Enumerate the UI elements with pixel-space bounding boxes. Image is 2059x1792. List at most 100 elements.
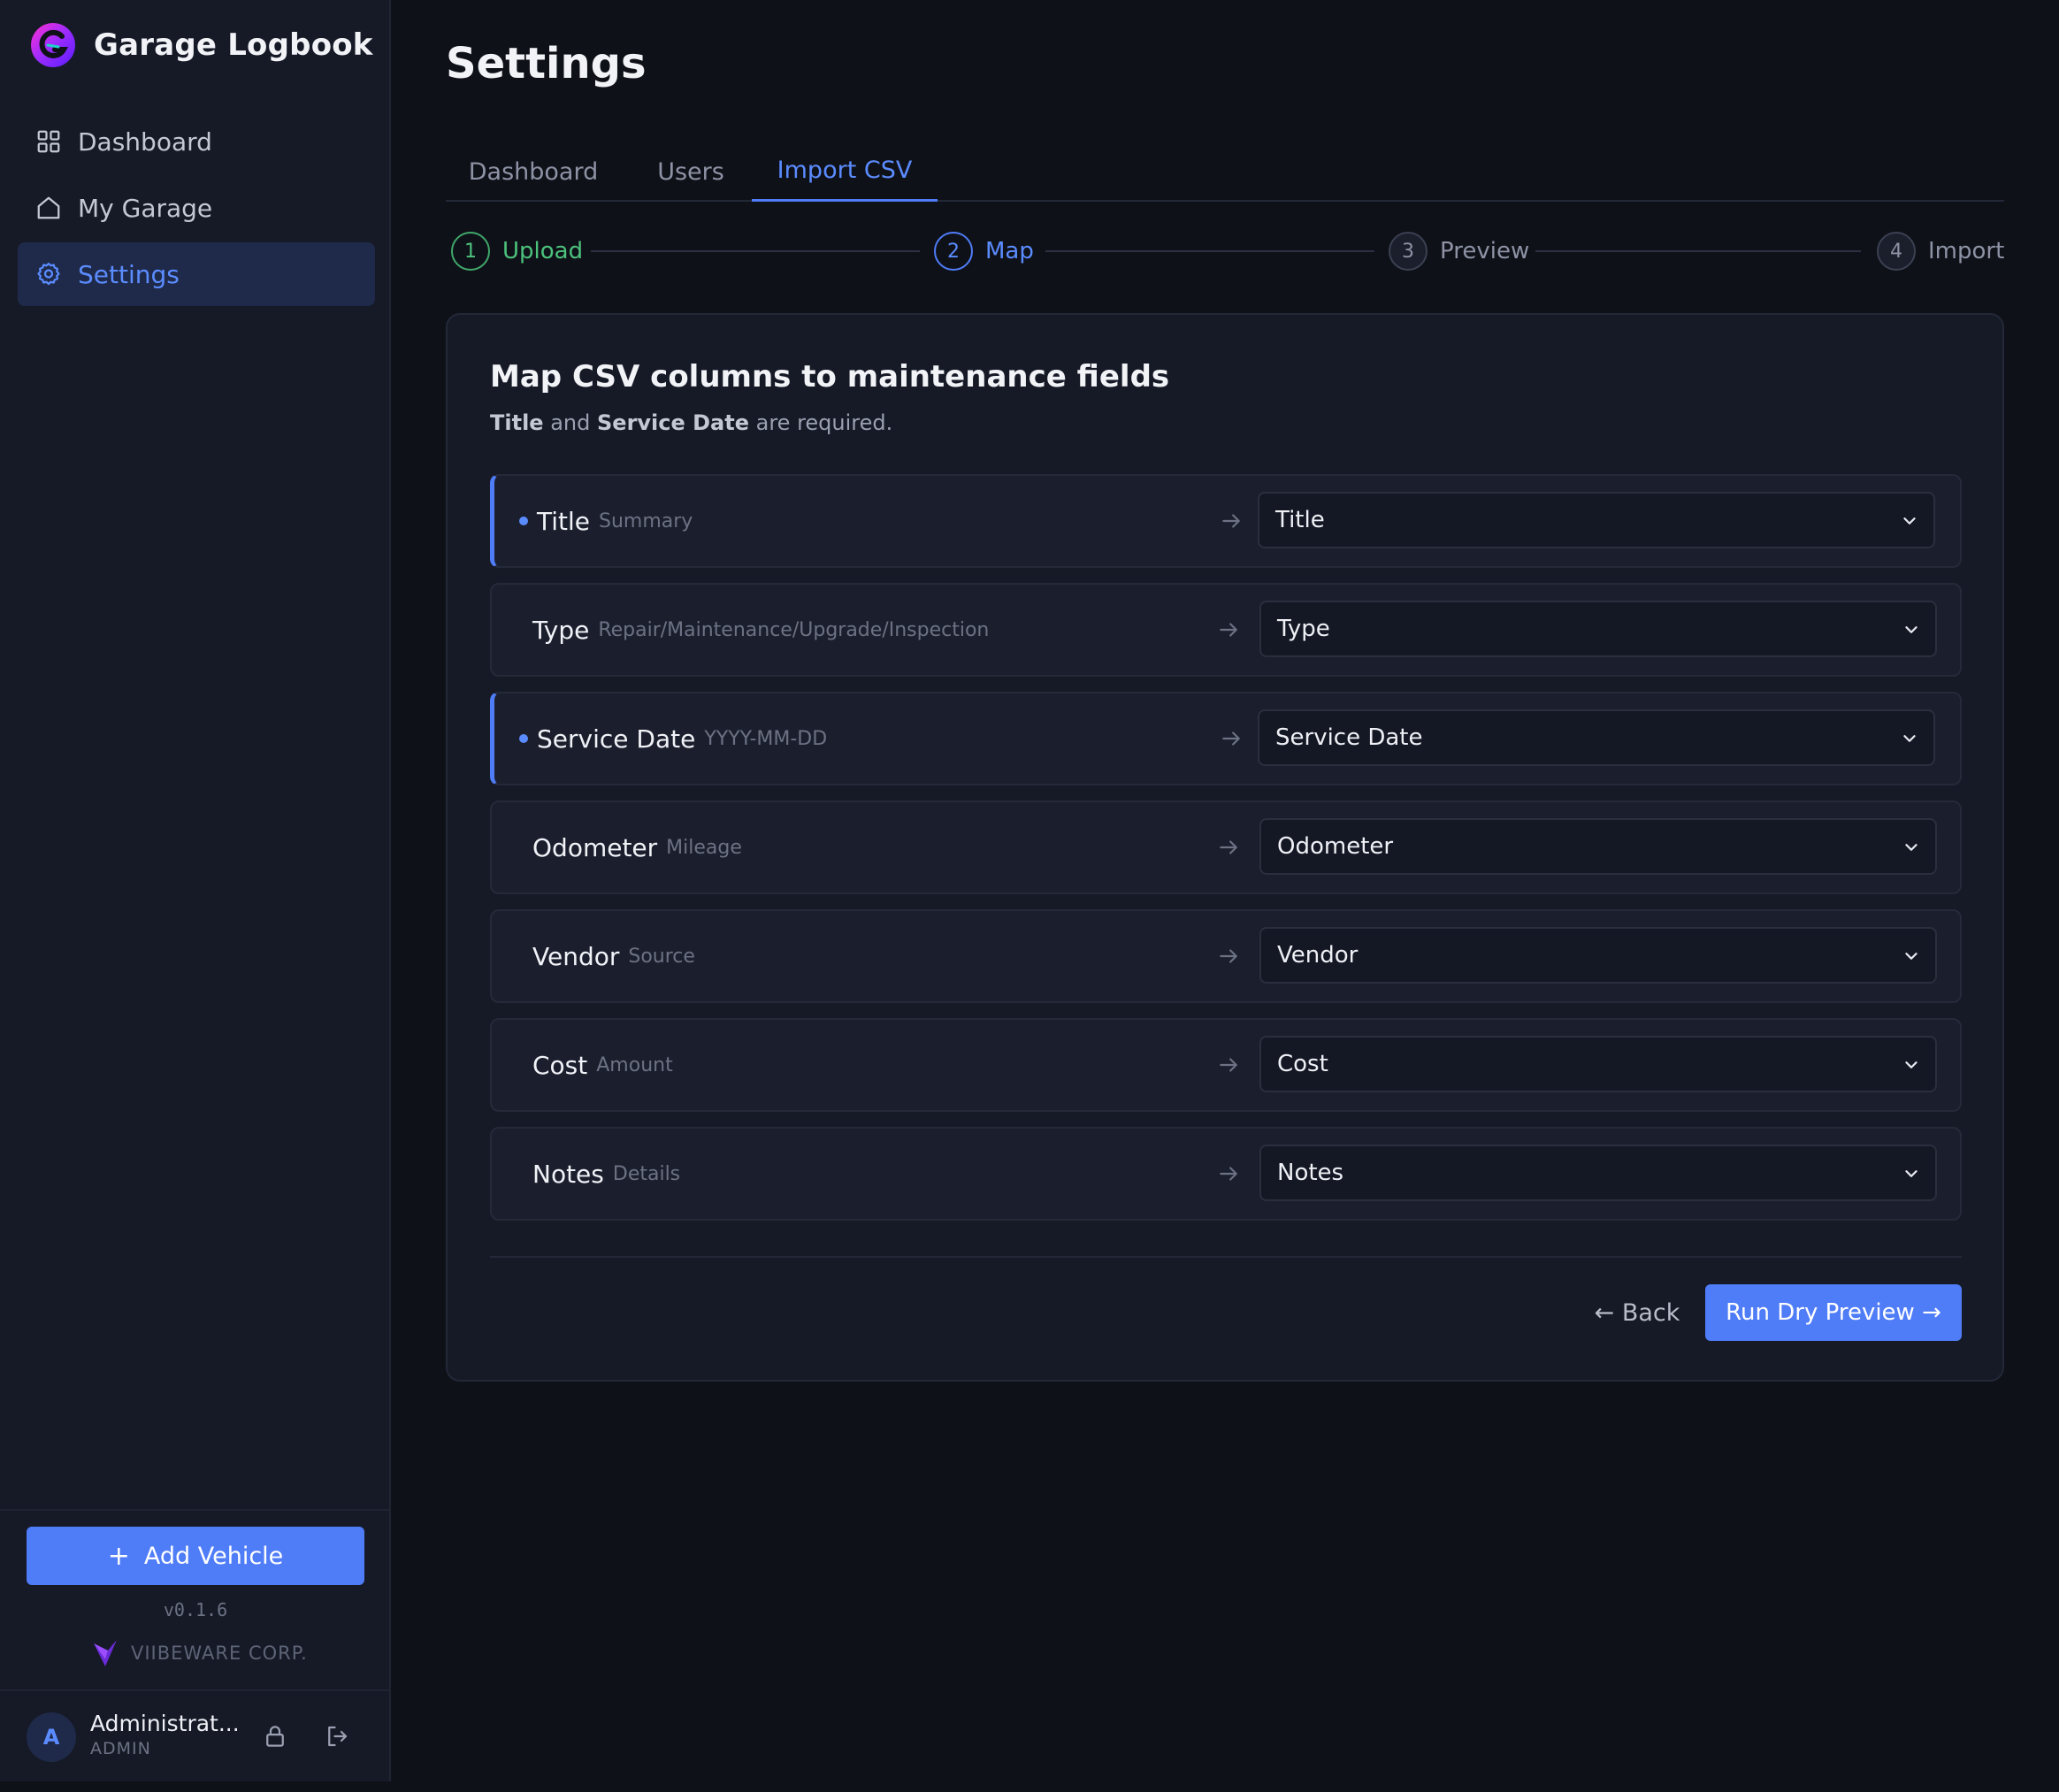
sidebar-item-label: Dashboard	[78, 126, 212, 157]
sidebar-item-label: My Garage	[78, 193, 213, 223]
add-vehicle-button[interactable]: + Add Vehicle	[27, 1527, 364, 1585]
tab-import-csv[interactable]: Import CSV	[752, 142, 938, 202]
card-title: Map CSV columns to maintenance fields	[490, 359, 1170, 394]
field-info: Type Repair/Maintenance/Upgrade/Inspecti…	[532, 585, 989, 675]
home-icon	[35, 195, 62, 221]
import-stepper: 1 Upload 2 Map 3 Preview 4 Import	[451, 232, 2004, 271]
step-number: 2	[934, 232, 973, 271]
user-divider	[0, 1689, 389, 1691]
step-number: 3	[1389, 232, 1428, 271]
mapping-row-service-date: Service Date YYYY-MM-DD Service Date	[490, 692, 1962, 785]
select-value: Vendor	[1277, 942, 1359, 969]
user-profile: A Administrat... ADMIN	[27, 1709, 371, 1765]
field-name: Vendor	[532, 941, 620, 971]
select-value: Cost	[1277, 1051, 1328, 1077]
corp-name: VIIBEWARE CORP.	[131, 1643, 308, 1664]
user-role: ADMIN	[90, 1739, 151, 1758]
tab-users[interactable]: Users	[646, 142, 736, 202]
sidebar-item-dashboard[interactable]: Dashboard	[18, 110, 375, 173]
page-title: Settings	[446, 39, 647, 88]
chevron-down-icon	[1905, 1061, 1917, 1068]
tab-dashboard[interactable]: Dashboard	[458, 142, 609, 202]
map-columns-card: Map CSV columns to maintenance fields Ti…	[446, 313, 2004, 1382]
brand[interactable]: Garage Logbook	[28, 18, 373, 73]
run-dry-preview-button[interactable]: Run Dry Preview →	[1705, 1284, 1962, 1341]
corp-branding: VIIBEWARE CORP.	[92, 1638, 308, 1668]
column-select-odometer[interactable]: Odometer	[1259, 818, 1937, 875]
step-label: Map	[985, 238, 1034, 264]
step-upload[interactable]: 1 Upload	[451, 232, 583, 271]
sidebar-nav: Dashboard My Garage Settings	[18, 110, 375, 309]
step-label: Import	[1928, 238, 2005, 264]
field-info: Cost Amount	[532, 1020, 673, 1110]
field-hint: Details	[612, 1162, 681, 1185]
mapping-row-vendor: Vendor Source Vendor	[490, 909, 1962, 1003]
field-hint: YYYY-MM-DD	[704, 727, 828, 750]
sidebar: Garage Logbook Dashboard My Garage Setti…	[0, 0, 391, 1781]
sidebar-item-label: Settings	[78, 259, 180, 289]
required-field-title: Title	[490, 410, 544, 435]
logout-icon[interactable]	[324, 1723, 350, 1750]
select-value: Type	[1277, 616, 1330, 642]
select-value: Notes	[1277, 1160, 1344, 1186]
arrow-right-icon	[1222, 514, 1240, 528]
step-label: Preview	[1440, 238, 1530, 264]
field-name: Cost	[532, 1050, 588, 1080]
field-name: Notes	[532, 1159, 604, 1189]
column-select-notes[interactable]: Notes	[1259, 1145, 1937, 1201]
required-field-service-date: Service Date	[597, 410, 749, 435]
subtitle-text: are required.	[749, 410, 893, 435]
garage-logbook-logo-icon	[31, 23, 75, 67]
chevron-down-icon	[1903, 517, 1916, 525]
field-hint: Source	[628, 945, 695, 968]
sidebar-item-my-garage[interactable]: My Garage	[18, 176, 375, 240]
required-dot-icon	[519, 734, 528, 743]
card-subtitle: Title and Service Date are required.	[490, 410, 892, 435]
avatar[interactable]: A	[27, 1712, 76, 1762]
step-map[interactable]: 2 Map	[934, 232, 1034, 271]
column-select-service-date[interactable]: Service Date	[1258, 709, 1935, 766]
card-divider	[490, 1256, 1962, 1258]
arrow-right-icon	[1220, 623, 1237, 637]
field-hint: Repair/Maintenance/Upgrade/Inspection	[598, 618, 990, 641]
user-name: Administrat...	[90, 1711, 240, 1736]
column-select-cost[interactable]: Cost	[1259, 1036, 1937, 1092]
sidebar-item-settings[interactable]: Settings	[18, 242, 375, 306]
step-import[interactable]: 4 Import	[1877, 232, 2004, 271]
arrow-right-icon	[1220, 1167, 1237, 1181]
back-button[interactable]: ← Back	[1571, 1284, 1703, 1341]
mapping-row-notes: Notes Details Notes	[490, 1127, 1962, 1221]
field-info: Notes Details	[532, 1129, 680, 1219]
arrow-right-icon	[1220, 1058, 1237, 1072]
field-info: Title Summary	[519, 476, 693, 566]
column-select-vendor[interactable]: Vendor	[1259, 927, 1937, 984]
column-select-title[interactable]: Title	[1258, 492, 1935, 548]
required-dot-icon	[519, 517, 528, 525]
app-name: Garage Logbook	[94, 27, 373, 63]
select-value: Odometer	[1277, 833, 1394, 860]
plus-icon: +	[107, 1540, 130, 1572]
field-info: Vendor Source	[532, 911, 695, 1001]
column-select-type[interactable]: Type	[1259, 601, 1937, 657]
field-info: Odometer Mileage	[532, 802, 742, 892]
field-hint: Amount	[596, 1053, 673, 1076]
subtitle-text: and	[543, 410, 597, 435]
add-vehicle-label: Add Vehicle	[143, 1542, 284, 1570]
app-version: v0.1.6	[163, 1599, 228, 1620]
chevron-down-icon	[1905, 953, 1917, 960]
chevron-down-icon	[1903, 735, 1916, 742]
chevron-down-icon	[1905, 626, 1917, 633]
select-value: Service Date	[1275, 724, 1423, 751]
step-preview[interactable]: 3 Preview	[1389, 232, 1529, 271]
mapping-row-cost: Cost Amount Cost	[490, 1018, 1962, 1112]
chevron-down-icon	[1905, 1170, 1917, 1177]
step-number: 1	[451, 232, 490, 271]
step-connector	[1045, 250, 1374, 252]
mapping-row-type: Type Repair/Maintenance/Upgrade/Inspecti…	[490, 583, 1962, 677]
step-label: Upload	[502, 238, 584, 264]
field-name: Odometer	[532, 832, 658, 862]
arrow-right-icon	[1220, 840, 1237, 854]
field-name: Title	[537, 506, 591, 536]
lock-icon[interactable]	[262, 1723, 288, 1750]
grid-icon	[35, 128, 62, 155]
